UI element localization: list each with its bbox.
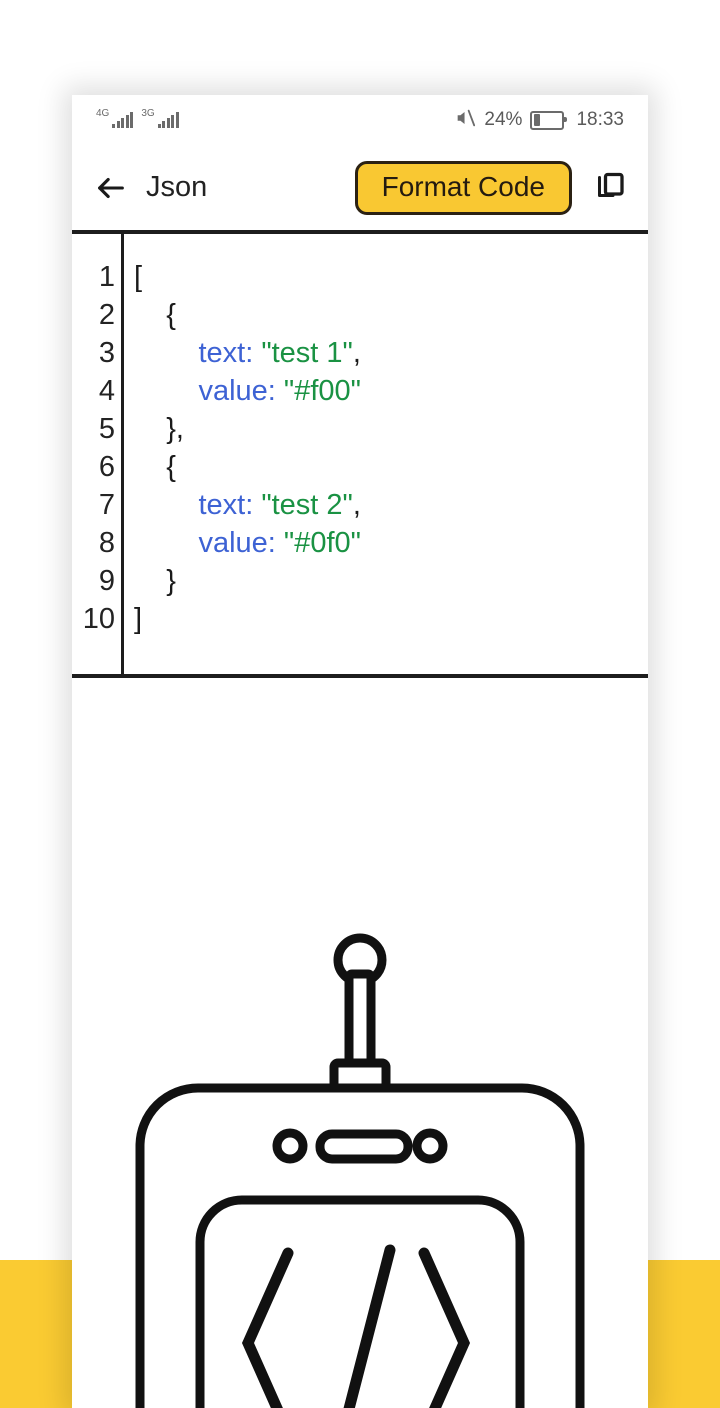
code-token-punct: } — [166, 565, 176, 597]
code-token-punct: ] — [134, 603, 143, 635]
code-token-str: "#0f0" — [283, 527, 361, 559]
camera-dot-left — [272, 1128, 308, 1164]
code-line: ] — [134, 600, 648, 638]
code-token-key: text: — [198, 489, 262, 521]
clock-label: 18:33 — [576, 109, 624, 130]
line-number: 3 — [98, 337, 115, 369]
copy-icon[interactable] — [592, 170, 628, 206]
phone-code-illustration — [72, 678, 648, 1408]
line-number: 7 — [98, 489, 115, 521]
code-content[interactable]: [ { text: "test 1", value: "#f00" }, { t… — [124, 234, 648, 674]
line-number: 4 — [98, 375, 115, 407]
code-line: value: "#f00" — [134, 372, 648, 410]
code-line: value: "#0f0" — [134, 524, 648, 562]
code-editor[interactable]: 1 2 3 4 5 6 7 8 9 10 [ { text: "test 1", value: "… — [72, 230, 648, 678]
page-background: 4G 3G 24% 18:33 Json Format Code 1 2 3 4… — [0, 0, 720, 1408]
line-number: 9 — [98, 565, 115, 597]
code-line: { — [134, 296, 648, 334]
code-token-punct: }, — [166, 413, 184, 445]
line-number: 1 — [98, 261, 115, 293]
code-line: text: "test 2", — [134, 486, 648, 524]
code-line: { — [134, 448, 648, 486]
line-number: 10 — [82, 603, 115, 635]
toolbar: Json Format Code — [72, 145, 648, 230]
mute-icon — [454, 107, 476, 134]
format-code-button[interactable]: Format Code — [354, 160, 572, 215]
code-line: }, — [134, 410, 648, 448]
battery-icon — [530, 110, 568, 130]
signal-3g-icon: 3G — [141, 108, 179, 128]
status-bar-right: 24% 18:33 — [454, 107, 624, 134]
line-number: 2 — [98, 299, 115, 331]
code-token-punct: , — [352, 489, 361, 521]
code-token-key: value: — [198, 527, 284, 559]
code-token-punct: [ — [134, 261, 143, 293]
phone-screenshot-card: 4G 3G 24% 18:33 Json Format Code 1 2 3 4… — [72, 95, 648, 1408]
code-token-punct: { — [166, 299, 176, 331]
code-token-key: value: — [198, 375, 284, 407]
line-number: 5 — [98, 413, 115, 445]
code-line: [ — [134, 258, 648, 296]
code-token-punct: { — [166, 451, 176, 483]
network-label-secondary: 3G — [141, 108, 155, 119]
code-token-punct: , — [352, 337, 361, 369]
line-number: 6 — [98, 451, 115, 483]
signal-4g-icon: 4G — [96, 108, 134, 128]
line-number-gutter: 1 2 3 4 5 6 7 8 9 10 — [72, 234, 124, 674]
network-label-primary: 4G — [96, 108, 110, 119]
page-title: Json — [146, 171, 208, 203]
camera-dot-right — [412, 1128, 448, 1164]
back-arrow-icon[interactable] — [94, 171, 128, 205]
battery-percent-label: 24% — [484, 109, 523, 130]
code-line: } — [134, 562, 648, 600]
line-number: 8 — [98, 527, 115, 559]
code-token-str: "test 1" — [261, 337, 353, 369]
signal-bars-secondary — [157, 112, 179, 128]
code-line: text: "test 1", — [134, 334, 648, 372]
code-token-str: "test 2" — [261, 489, 353, 521]
status-bar: 4G 3G 24% 18:33 — [72, 95, 648, 145]
status-bar-left: 4G 3G — [96, 108, 179, 128]
code-token-str: "#f00" — [283, 375, 361, 407]
signal-bars-primary — [112, 112, 134, 128]
code-token-key: text: — [198, 337, 262, 369]
yellow-band-right — [648, 1260, 720, 1408]
speaker-slot — [315, 1129, 413, 1164]
yellow-band-left — [0, 1260, 72, 1408]
